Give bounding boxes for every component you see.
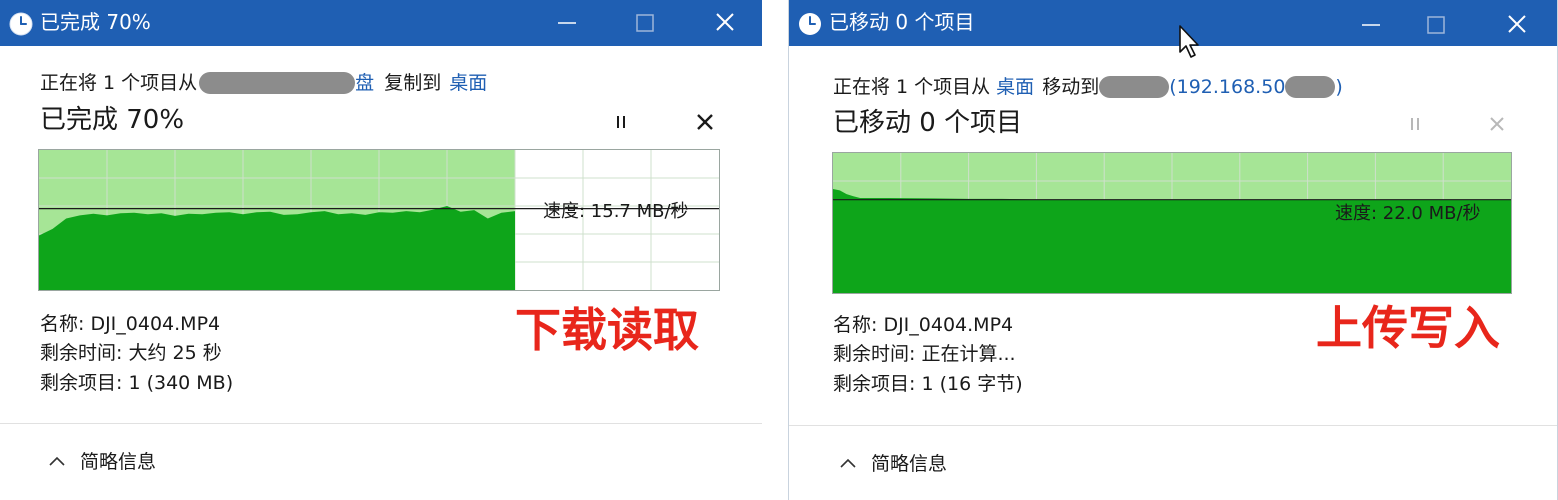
- window-title: 已完成 70%: [40, 10, 151, 34]
- clock-icon: [9, 12, 33, 36]
- time-remaining: 剩余时间: 大约 25 秒: [40, 342, 222, 364]
- cancel-button[interactable]: [1480, 107, 1514, 141]
- operation-line: 正在将 1 个项目从 桌面 移动到 (192.168.50 ): [833, 75, 1343, 99]
- time-remaining: 剩余时间: 正在计算...: [833, 343, 1016, 365]
- speed-label: 速度: 15.7 MB/秒: [543, 201, 689, 222]
- maximize-icon: [1427, 16, 1445, 34]
- operation-prefix: 正在将 1 个项目从: [40, 72, 198, 94]
- redacted-ip-tail: [1285, 76, 1336, 98]
- redacted-destination: [1099, 76, 1170, 98]
- toggle-label: 简略信息: [80, 451, 157, 473]
- footer-divider: [0, 423, 762, 424]
- progress-status: 已完成 70%: [40, 105, 185, 135]
- pause-icon: [1411, 118, 1419, 130]
- destination-ip[interactable]: (192.168.50: [1169, 75, 1285, 99]
- progress-status: 已移动 0 个项目: [833, 108, 1023, 138]
- mouse-pointer-icon: [1179, 25, 1199, 58]
- annotation-label: 下载读取: [515, 303, 699, 357]
- clock-icon: [799, 13, 821, 35]
- fewer-details-toggle[interactable]: 简略信息: [837, 452, 947, 476]
- minimize-icon: [558, 22, 576, 24]
- footer-divider: [789, 425, 1557, 426]
- file-name: 名称: DJI_0404.MP4: [40, 313, 221, 335]
- operation-line: 正在将 1 个项目从 盘 复制到 桌面: [40, 71, 487, 95]
- items-remaining: 剩余项目: 1 (16 字节): [833, 373, 1023, 395]
- minimize-button[interactable]: [540, 4, 594, 42]
- fewer-details-toggle[interactable]: 简略信息: [46, 450, 156, 474]
- copy-dialog: 已完成 70% 正在将 1 个项目从 盘 复制到 桌面 已完成 70% 速度: …: [0, 0, 762, 500]
- operation-verb: 复制到: [384, 72, 442, 94]
- destination-link[interactable]: 桌面: [449, 71, 487, 95]
- destination-tail: ): [1335, 76, 1343, 98]
- pause-button[interactable]: [1398, 107, 1432, 141]
- close-icon: [1508, 15, 1526, 33]
- pause-button[interactable]: [604, 105, 638, 139]
- copy-dialog-titlebar[interactable]: 已完成 70%: [0, 0, 762, 46]
- minimize-button[interactable]: [1344, 4, 1398, 42]
- cancel-button[interactable]: [688, 105, 722, 139]
- chevron-up-icon: [840, 458, 856, 468]
- minimize-icon: [1362, 24, 1380, 26]
- maximize-icon: [636, 14, 654, 32]
- close-button[interactable]: [1490, 4, 1544, 42]
- pause-icon: [617, 116, 625, 128]
- chevron-up-icon: [49, 456, 65, 466]
- move-dialog-titlebar[interactable]: 已移动 0 个项目: [789, 0, 1557, 46]
- source-tail: 盘: [355, 72, 375, 94]
- window-title: 已移动 0 个项目: [829, 10, 975, 34]
- cancel-icon: [697, 114, 713, 130]
- close-button[interactable]: [698, 4, 752, 42]
- cancel-icon: [1490, 117, 1504, 131]
- source-link[interactable]: 桌面: [996, 75, 1034, 99]
- speed-label: 速度: 22.0 MB/秒: [1335, 203, 1481, 224]
- close-icon: [716, 13, 734, 31]
- maximize-button[interactable]: [618, 4, 672, 42]
- redacted-source: [199, 72, 356, 94]
- file-name: 名称: DJI_0404.MP4: [833, 314, 1014, 336]
- items-remaining: 剩余项目: 1 (340 MB): [40, 372, 234, 394]
- maximize-button[interactable]: [1409, 4, 1463, 42]
- speed-area: [39, 206, 515, 290]
- operation-verb: 移动到: [1042, 76, 1100, 98]
- toggle-label: 简略信息: [871, 453, 948, 475]
- move-dialog: 已移动 0 个项目 正在将 1 个项目从 桌面 移动到 (192.168.50 …: [788, 0, 1558, 500]
- annotation-label: 上传写入: [1316, 301, 1500, 355]
- operation-prefix: 正在将 1 个项目从: [833, 76, 991, 98]
